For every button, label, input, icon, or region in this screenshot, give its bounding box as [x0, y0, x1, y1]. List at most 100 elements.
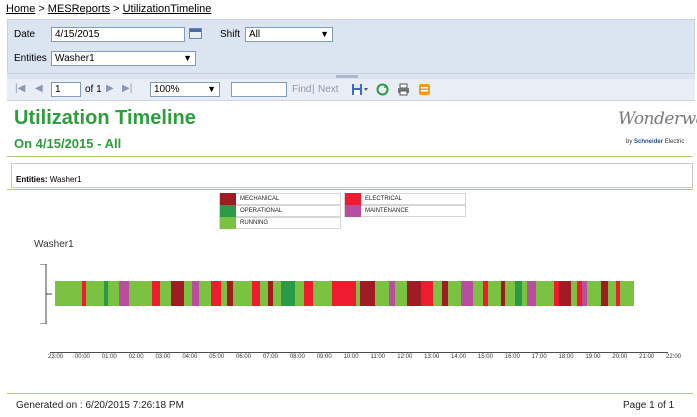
breadcrumb-home-link[interactable]: Home [6, 3, 35, 15]
x-tick-label: 21:00 [639, 354, 655, 360]
timeline-segment-running [619, 281, 634, 306]
timeline-segment-mechanical [360, 281, 376, 306]
x-tick-label: 01:00 [101, 354, 117, 360]
logo-byline-suffix: Electric [664, 139, 685, 145]
next-link[interactable]: Next [318, 84, 339, 95]
x-tick-label: 19:00 [585, 354, 601, 360]
x-tick-label: 10:00 [343, 354, 359, 360]
entities-select-value: Washer1 [55, 53, 95, 64]
timeline-segment-running [86, 281, 105, 306]
x-tick-label: 02:00 [128, 354, 144, 360]
x-tick-label: 14:00 [451, 354, 467, 360]
shift-select[interactable]: All ▼ [245, 27, 333, 42]
legend-swatch [345, 205, 361, 217]
x-tick-label: 13:00 [424, 354, 440, 360]
x-tick-label: 20:00 [612, 354, 628, 360]
legend-label: MAINTENANCE [365, 208, 409, 214]
breadcrumb-current-link[interactable]: UtilizationTimeline [123, 3, 212, 15]
legend-swatch [220, 193, 236, 205]
legend-item-running: RUNNING [219, 217, 341, 229]
date-label: Date [14, 29, 36, 40]
entities-select[interactable]: Washer1 ▼ [51, 51, 196, 66]
refresh-icon[interactable] [376, 83, 389, 96]
legend-label: RUNNING [240, 220, 268, 226]
parameter-panel: Date 4/15/2015 Shift All ▼ Entities Wash… [7, 19, 695, 74]
timeline-segment-running [395, 281, 408, 306]
export-icon[interactable] [351, 83, 369, 96]
page-indicator: Page 1 of 1 [623, 400, 675, 411]
breadcrumb-separator: > [38, 3, 45, 15]
splitter-handle[interactable] [336, 75, 358, 78]
timeline-segment-running [232, 281, 252, 306]
data-feed-icon[interactable] [418, 83, 431, 96]
timeline-segment-running [447, 281, 462, 306]
breadcrumb-separator: > [113, 3, 120, 15]
last-page-icon[interactable]: ▶| [122, 83, 132, 94]
previous-page-icon[interactable]: ◀ [35, 83, 43, 94]
page-number-input[interactable]: 1 [51, 82, 81, 97]
timeline-segment-mechanical [407, 281, 422, 306]
breadcrumb: Home > MESReports > UtilizationTimeline [6, 3, 211, 15]
legend-swatch [220, 205, 236, 217]
timeline-segment-mechanical [559, 281, 572, 306]
date-input[interactable]: 4/15/2015 [51, 27, 185, 42]
x-tick-label: 17:00 [531, 354, 547, 360]
shift-label: Shift [220, 29, 241, 40]
entities-text: Entities: Washer1 [16, 175, 82, 184]
entities-value: Washer1 [49, 175, 82, 184]
timeline-segment-running [55, 281, 83, 306]
timeline-segment-electrical [211, 281, 222, 306]
timeline-segment-running [129, 281, 153, 306]
timeline-segment-running [487, 281, 502, 306]
timeline-segment-running [107, 281, 119, 306]
chart-bracket [40, 264, 52, 324]
calendar-icon[interactable] [189, 28, 202, 39]
legend-label: OPERATIONAL [240, 208, 283, 214]
chart-entity-label: Washer1 [34, 239, 74, 250]
print-icon[interactable] [397, 83, 410, 96]
timeline-segment-maintenance [526, 281, 537, 306]
timeline-segment-electrical [332, 281, 357, 306]
x-tick-label: 04:00 [182, 354, 198, 360]
next-page-icon[interactable]: ▶ [106, 83, 114, 94]
timeline-segment-running [160, 281, 172, 306]
zoom-select[interactable]: 100% ▼ [150, 82, 220, 97]
find-input[interactable] [231, 82, 287, 97]
first-page-icon[interactable]: |◀ [15, 83, 25, 94]
timeline-segment-maintenance [461, 281, 474, 306]
logo-byline-prefix: by [626, 139, 633, 145]
wonderware-logo: Wonderware by Schneider Electric [614, 109, 697, 151]
x-tick-label: 22:00 [666, 354, 682, 360]
chevron-down-icon: ▼ [183, 53, 192, 63]
x-tick-label: 12:00 [397, 354, 413, 360]
report-toolbar: |◀ ◀ 1 of 1 ▶ ▶| 100% ▼ Find | Next [7, 79, 695, 101]
x-tick-label: 16:00 [504, 354, 520, 360]
logo-byline-brand: Schneider [634, 139, 664, 145]
x-tick-label: 18:00 [558, 354, 574, 360]
page-count: of 1 [85, 84, 102, 95]
x-tick-label: 09:00 [316, 354, 332, 360]
chart-legend: MECHANICAL ELECTRICAL OPERATIONAL MAINTE… [219, 193, 466, 229]
breadcrumb-mesreports-link[interactable]: MESReports [48, 3, 110, 15]
find-link[interactable]: Find [292, 84, 311, 95]
generated-on-text: Generated on : 6/20/2015 7:26:18 PM [16, 400, 184, 411]
legend-item-operational: OPERATIONAL [219, 205, 341, 217]
timeline-segment-running [375, 281, 390, 306]
x-tick-label: 05:00 [209, 354, 225, 360]
shift-select-value: All [249, 29, 261, 40]
x-tick-label: 07:00 [262, 354, 278, 360]
legend-item-mechanical: MECHANICAL [219, 193, 341, 205]
x-axis-line [50, 352, 668, 353]
chevron-down-icon: ▼ [320, 29, 329, 39]
legend-item-maintenance: MAINTENANCE [344, 205, 466, 217]
timeline-segment-running [313, 281, 333, 306]
x-tick-label: 11:00 [370, 354, 385, 360]
timeline-segment-maintenance [118, 281, 130, 306]
timeline-segment-running [473, 281, 484, 306]
timeline-segment-running [199, 281, 212, 306]
timeline-segment-running [536, 281, 555, 306]
find-separator: | [312, 84, 315, 95]
report-subtitle: On 4/15/2015 - All [14, 136, 122, 151]
timeline-segment-running [587, 281, 602, 306]
logo-byline: by Schneider Electric [626, 139, 684, 145]
